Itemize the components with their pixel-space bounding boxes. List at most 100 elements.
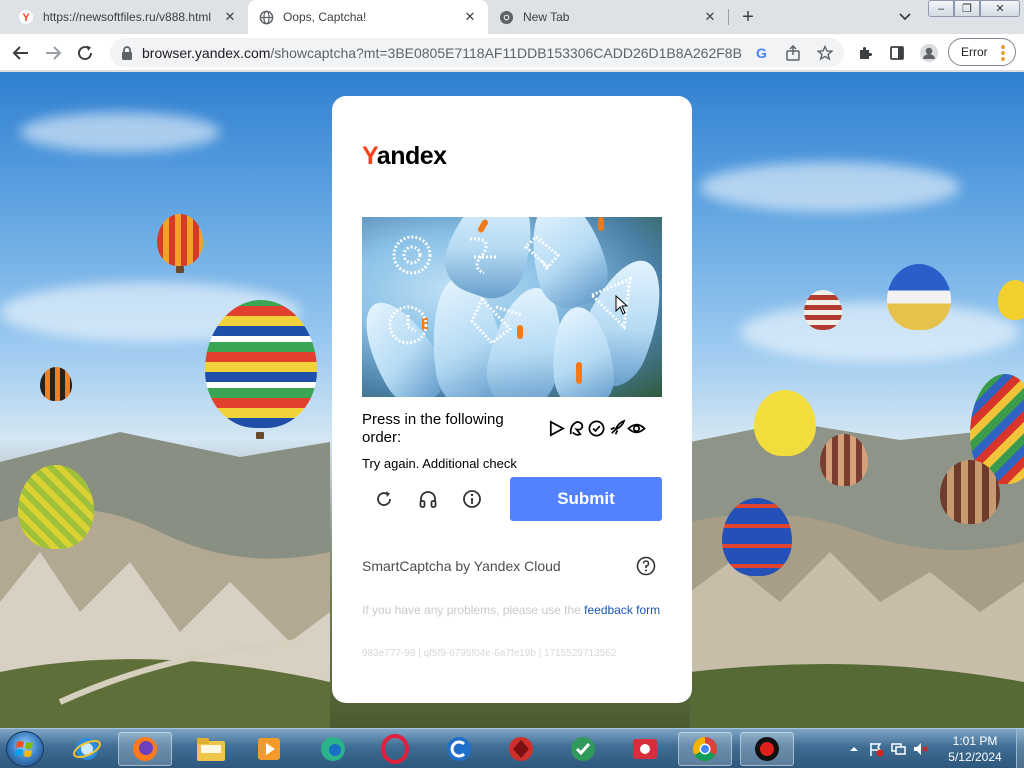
- tray-arrow-icon[interactable]: [846, 741, 862, 757]
- network-icon[interactable]: [890, 741, 906, 757]
- hot-air-balloon: [205, 300, 317, 428]
- tab-newsoftfiles[interactable]: Y https://newsoftfiles.ru/v888.html ✕: [8, 0, 248, 34]
- refresh-icon[interactable]: [374, 489, 394, 509]
- clock-time: 1:01 PM: [952, 734, 998, 748]
- action-center-flag-icon[interactable]: [868, 741, 884, 757]
- globe-icon: [258, 9, 274, 25]
- profile-avatar-icon[interactable]: [918, 42, 940, 64]
- tab-title: https://newsoftfiles.ru/v888.html: [43, 10, 212, 24]
- feedback-note: If you have any problems, please use the…: [362, 602, 662, 618]
- svg-text:G: G: [756, 46, 767, 61]
- page-viewport: Yandex Press in the following order: Try…: [0, 72, 1024, 728]
- tab-title: Oops, Captcha!: [283, 10, 367, 24]
- lock-icon[interactable]: [120, 45, 134, 61]
- edge-icon[interactable]: [306, 732, 360, 766]
- share-icon[interactable]: [784, 44, 802, 62]
- hot-air-balloon: [18, 465, 94, 549]
- feedback-link[interactable]: feedback form: [584, 603, 660, 617]
- captcha-instruction: Press in the following order:: [362, 411, 504, 446]
- headphones-icon[interactable]: [418, 489, 438, 509]
- menu-dots-icon[interactable]: [1001, 45, 1005, 61]
- captcha-card: Yandex Press in the following order: Try…: [332, 96, 692, 703]
- chevron-down-icon[interactable]: [896, 8, 914, 26]
- close-icon[interactable]: ✕: [702, 9, 718, 25]
- request-id: 983e777-98 | qf5f9-6795f04e-6a7fe19b | 1…: [362, 648, 617, 659]
- google-lens-icon[interactable]: G: [752, 44, 770, 62]
- hot-air-balloon: [157, 214, 203, 266]
- firefox-icon[interactable]: [118, 732, 172, 766]
- feedback-text: If you have any problems, please use the: [362, 603, 585, 617]
- yandex-favicon: Y: [18, 9, 34, 25]
- smartcaptcha-credit: SmartCaptcha by Yandex Cloud: [362, 558, 561, 574]
- tab-captcha[interactable]: Oops, Captcha! ✕: [248, 0, 488, 34]
- record-icon[interactable]: [740, 732, 794, 766]
- hot-air-balloon: [804, 290, 842, 330]
- recorder-icon[interactable]: [618, 732, 672, 766]
- rocket-icon: [610, 419, 626, 435]
- url-host: browser.yandex.com: [142, 45, 271, 61]
- svg-text:Y: Y: [22, 12, 30, 24]
- windows-start-button[interactable]: [6, 731, 44, 767]
- ie-icon[interactable]: [60, 732, 114, 766]
- hot-air-balloon: [40, 367, 72, 401]
- error-label: Error: [961, 45, 988, 59]
- check-circle-icon: [588, 420, 605, 436]
- new-tab-button[interactable]: +: [738, 6, 758, 28]
- hot-air-balloon: [998, 280, 1024, 320]
- window-close-button[interactable]: ✕: [980, 0, 1020, 17]
- windows-taskbar: 1:01 PM 5/12/2024: [0, 728, 1024, 768]
- browser-toolbar: browser.yandex.com/showcaptcha?mt=3BE080…: [0, 34, 1024, 71]
- extensions-puzzle-icon[interactable]: [854, 42, 876, 64]
- yandex-logo: Yandex: [362, 142, 447, 170]
- side-panel-icon[interactable]: [886, 42, 908, 64]
- system-clock[interactable]: 1:01 PM 5/12/2024: [936, 733, 1014, 765]
- chrome-icon[interactable]: [678, 732, 732, 766]
- tab-title: New Tab: [523, 10, 570, 24]
- captcha-actions: Submit: [362, 476, 662, 522]
- leaf-hand-icon: [569, 420, 584, 436]
- clock-date: 5/12/2024: [948, 750, 1002, 764]
- malware-icon[interactable]: [556, 732, 610, 766]
- cloud: [700, 162, 960, 212]
- captcha-order-sequence: [547, 418, 647, 438]
- cloud: [20, 112, 220, 152]
- address-bar[interactable]: browser.yandex.com/showcaptcha?mt=3BE080…: [110, 38, 844, 67]
- windows-logo-icon: [15, 741, 33, 757]
- reload-icon[interactable]: [74, 42, 96, 64]
- forward-arrow-icon[interactable]: [42, 42, 64, 64]
- help-question-icon[interactable]: [636, 556, 656, 576]
- hot-air-balloon: [887, 264, 951, 330]
- retry-notice: Try again. Additional check: [362, 456, 517, 471]
- balloon-basket: [176, 266, 184, 273]
- url-text: browser.yandex.com/showcaptcha?mt=3BE080…: [142, 45, 742, 61]
- hot-air-balloon: [754, 390, 816, 456]
- tab-new-tab[interactable]: New Tab ✕: [488, 0, 728, 34]
- back-arrow-icon[interactable]: [10, 42, 32, 64]
- play-triangle-icon: [549, 419, 565, 437]
- close-icon[interactable]: ✕: [222, 9, 238, 25]
- mouse-cursor-icon: [615, 295, 629, 315]
- hot-air-balloon: [940, 460, 1000, 524]
- volume-muted-icon[interactable]: [912, 741, 928, 757]
- opera-icon[interactable]: [368, 732, 422, 766]
- explorer-icon[interactable]: [184, 732, 238, 766]
- kaspersky-icon[interactable]: [494, 732, 548, 766]
- tab-divider: [728, 9, 729, 25]
- media-player-icon[interactable]: [242, 732, 296, 766]
- window-controls: – ❐ ✕: [928, 0, 1020, 17]
- info-icon[interactable]: [462, 489, 482, 509]
- close-icon[interactable]: ✕: [462, 9, 478, 25]
- url-path: /showcaptcha?mt=3BE0805E7118AF11DDB15330…: [270, 45, 742, 61]
- restore-button[interactable]: ❐: [954, 0, 980, 17]
- submit-button[interactable]: Submit: [510, 477, 662, 521]
- captcha-challenge-image[interactable]: [362, 217, 662, 397]
- bookmark-star-icon[interactable]: [816, 44, 834, 62]
- hot-air-balloon: [722, 498, 792, 576]
- cloud: [740, 302, 1020, 362]
- show-desktop-button[interactable]: [1016, 729, 1024, 768]
- tab-strip: Y https://newsoftfiles.ru/v888.html ✕ Oo…: [0, 0, 1024, 34]
- chrome-icon: [498, 9, 514, 25]
- minimize-button[interactable]: –: [928, 0, 954, 17]
- profile-error-button[interactable]: Error: [948, 38, 1016, 66]
- ccleaner-icon[interactable]: [432, 732, 486, 766]
